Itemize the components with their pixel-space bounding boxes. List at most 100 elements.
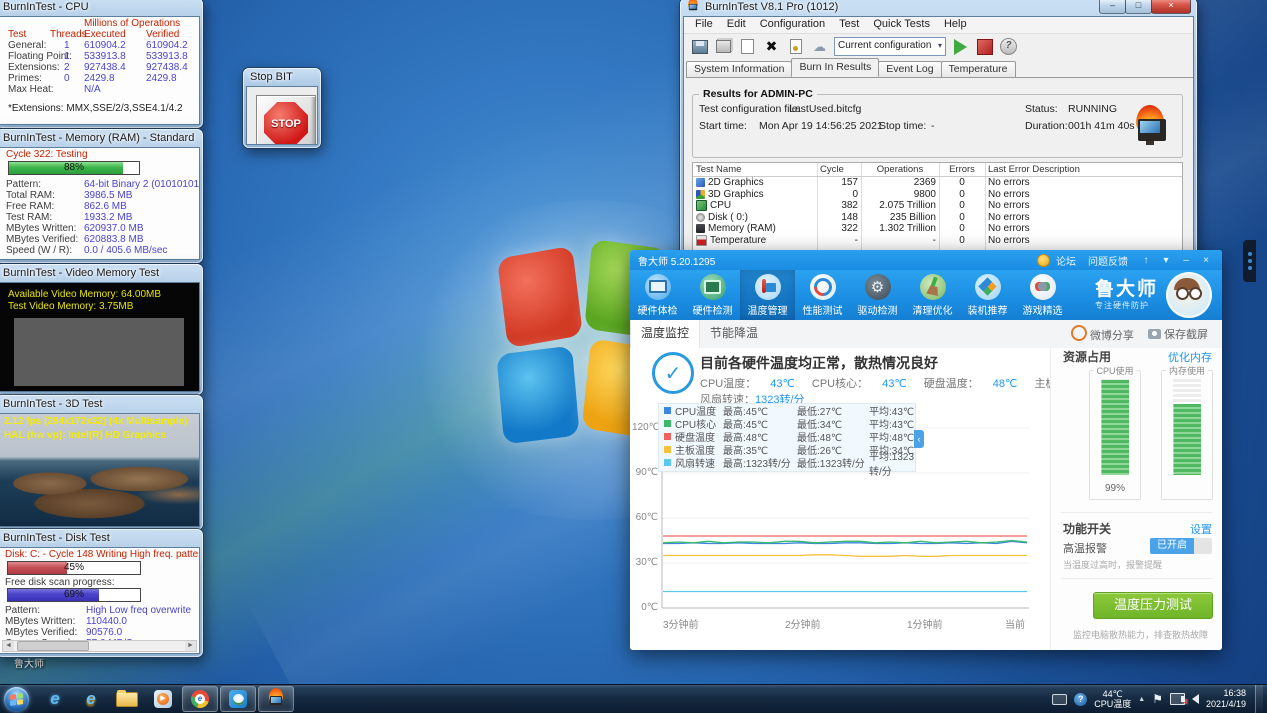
action-center-flag-icon[interactable]: ⚑	[1152, 692, 1163, 706]
minimize-button[interactable]: –	[1178, 255, 1194, 266]
tab-temperature[interactable]: Temperature	[941, 61, 1016, 77]
update-icon[interactable]: ↑	[1138, 255, 1154, 266]
close-button[interactable]: ×	[1198, 255, 1214, 266]
scroll-left-arrow[interactable]: ◄	[3, 641, 14, 651]
scroll-thumb[interactable]	[17, 641, 89, 651]
header-errors[interactable]: Errors	[939, 164, 985, 175]
chart-legend: CPU温度最高:45℃最低:27℃平均:43℃ CPU核心最高:45℃最低:34…	[658, 403, 916, 472]
start-button[interactable]	[4, 687, 29, 712]
certificate-icon[interactable]	[786, 38, 805, 56]
forum-link[interactable]: 论坛	[1056, 253, 1076, 268]
gamepad-icon	[1030, 274, 1056, 300]
col-threads: Threads	[50, 29, 87, 40]
taskbar-item-ie64[interactable]: e	[74, 687, 108, 711]
y-tick: 60℃	[632, 512, 658, 523]
desktop-sidebar-handle[interactable]	[1243, 240, 1256, 282]
tray-clock[interactable]: 16:38 2021/4/19	[1206, 688, 1248, 710]
col-executed: Executed	[84, 29, 126, 40]
stop-tests-button[interactable]	[975, 38, 994, 56]
weibo-share-button[interactable]: 微博分享	[1071, 325, 1134, 343]
menu-edit[interactable]: Edit	[720, 17, 753, 33]
taskbar-item-ie[interactable]: e	[38, 687, 72, 711]
tab-energy-cooling[interactable]: 节能降温	[700, 320, 768, 348]
table-row[interactable]: Temperature - - 0 No errors	[693, 235, 1182, 247]
minimize-button[interactable]: –	[1099, 0, 1126, 14]
maximize-button[interactable]: □	[1125, 0, 1152, 14]
nav-hardware-detect[interactable]: 硬件检测	[685, 270, 740, 320]
nav-game-picks[interactable]: 游戏精选	[1015, 270, 1070, 320]
settings-link[interactable]: 设置	[1190, 521, 1212, 537]
titlebar[interactable]: Stop BIT	[243, 68, 321, 86]
titlebar[interactable]: BurnInTest - CPU	[0, 0, 203, 16]
tray-temperature[interactable]: 44℃ CPU温度	[1094, 689, 1131, 709]
stop-bit-button[interactable]: STOP	[256, 95, 316, 144]
copy-icon[interactable]	[738, 38, 757, 56]
nav-performance-test[interactable]: 性能测试	[795, 270, 850, 320]
show-desktop-button[interactable]	[1255, 685, 1263, 713]
titlebar[interactable]: 鲁大师 5.20.1295 论坛 问题反馈 ↑ ▾ – ×	[630, 250, 1222, 270]
menu-help[interactable]: Help	[937, 17, 974, 33]
header-cycle[interactable]: Cycle	[817, 164, 861, 175]
taskbar-item-explorer[interactable]	[110, 687, 144, 711]
legend-collapse-button[interactable]: ‹	[914, 430, 924, 448]
header-operations[interactable]: Operations	[861, 164, 939, 175]
dashboard-icon[interactable]: ☁	[810, 38, 829, 56]
horizontal-scrollbar[interactable]: ◄ ►	[2, 640, 197, 652]
window-title: 鲁大师 5.20.1295	[638, 253, 715, 268]
ludashi-icon	[229, 690, 247, 708]
alarm-toggle[interactable]: 已开启	[1150, 538, 1212, 554]
label: Pattern:	[6, 179, 41, 190]
menu-configuration[interactable]: Configuration	[753, 17, 832, 33]
skin-menu-icon[interactable]: ▾	[1158, 255, 1174, 266]
tray-help-icon[interactable]: ?	[1074, 693, 1087, 706]
titlebar[interactable]: BurnInTest - Disk Test	[0, 529, 203, 547]
help-button[interactable]: ?	[999, 38, 1018, 56]
label: Pattern:	[5, 605, 40, 616]
start-tests-button[interactable]	[951, 38, 970, 56]
view-report-icon[interactable]	[714, 38, 733, 56]
table-row[interactable]: CPU 382 2.075 Trillion 0 No errors	[693, 200, 1182, 212]
delete-results-icon[interactable]: ✖	[762, 38, 781, 56]
taskbar-item-browser[interactable]: e	[182, 686, 218, 712]
header-last-error[interactable]: Last Error Description	[985, 164, 1182, 175]
table-row[interactable]: Disk ( 0:) 148 235 Billion 0 No errors	[693, 212, 1182, 224]
optimize-memory-link[interactable]: 优化内存	[1168, 349, 1212, 365]
save-screenshot-button[interactable]: 保存截屏	[1148, 326, 1208, 342]
header-test-name[interactable]: Test Name	[693, 164, 817, 175]
scroll-right-arrow[interactable]: ►	[185, 641, 196, 651]
tray-device-icon[interactable]	[1052, 694, 1067, 705]
tab-temp-monitor[interactable]: 温度监控	[630, 320, 700, 348]
titlebar[interactable]: BurnInTest - Memory (RAM) - Standard	[0, 129, 203, 147]
taskbar-item-burnintest[interactable]	[258, 686, 294, 712]
feedback-link[interactable]: 问题反馈	[1088, 253, 1128, 268]
speaker-icon[interactable]	[1192, 694, 1199, 704]
table-row[interactable]: Memory (RAM) 322 1.302 Trillion 0 No err…	[693, 223, 1182, 235]
nav-hardware-checkup[interactable]: 硬件体检	[630, 270, 685, 320]
table-row[interactable]: 2D Graphics 157 2369 0 No errors	[693, 177, 1182, 189]
table-row[interactable]: 3D Graphics 0 9800 0 No errors	[693, 189, 1182, 201]
table-header-row[interactable]: Test Name Cycle Operations Errors Last E…	[693, 163, 1182, 177]
taskbar-item-ludashi[interactable]	[220, 686, 256, 712]
nav-clean-optimize[interactable]: 清理优化	[905, 270, 960, 320]
stress-test-button[interactable]: 温度压力测试	[1093, 592, 1213, 619]
save-results-icon[interactable]	[690, 38, 709, 56]
label: MBytes Verified:	[5, 627, 77, 638]
results-groupbox: Results for ADMIN-PC Test configuration …	[692, 94, 1183, 158]
nav-temperature[interactable]: 温度管理	[740, 270, 795, 320]
menu-file[interactable]: File	[688, 17, 720, 33]
close-button[interactable]: ×	[1151, 0, 1191, 14]
configuration-dropdown[interactable]: Current configuration ▾	[834, 37, 946, 56]
tray-expand-icon[interactable]: ▲	[1138, 696, 1145, 703]
desktop-icon-ludashi[interactable]: 鲁大师	[14, 655, 44, 670]
tab-system-information[interactable]: System Information	[686, 61, 792, 77]
titlebar[interactable]: BurnInTest - Video Memory Test	[0, 264, 203, 282]
menu-test[interactable]: Test	[832, 17, 866, 33]
nav-driver-detect[interactable]: ⚙驱动检测	[850, 270, 905, 320]
tab-event-log[interactable]: Event Log	[878, 61, 941, 77]
nav-build-recommend[interactable]: 装机推荐	[960, 270, 1015, 320]
tab-burn-in-results[interactable]: Burn In Results	[791, 58, 879, 77]
titlebar[interactable]: BurnInTest - 3D Test	[0, 395, 203, 413]
medal-icon[interactable]	[1037, 254, 1050, 267]
taskbar-item-media-player[interactable]: ▶	[146, 687, 180, 711]
menu-quick-tests[interactable]: Quick Tests	[866, 17, 937, 33]
